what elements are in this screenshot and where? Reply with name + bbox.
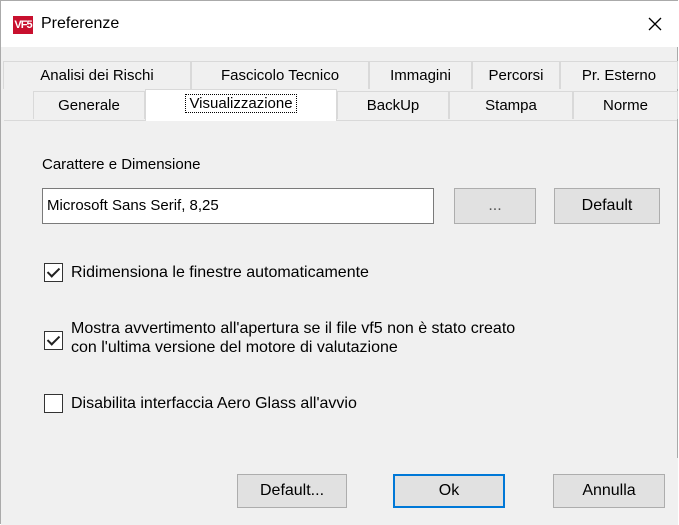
auto-resize-checkbox[interactable] <box>44 263 63 282</box>
version-warning-label-line1: Mostra avvertimento all'apertura se il f… <box>71 320 516 337</box>
default-button[interactable]: Default... <box>237 474 347 508</box>
disable-aero-checkbox[interactable] <box>44 394 63 413</box>
disable-aero-label: Disabilita interfaccia Aero Glass all'av… <box>71 395 357 412</box>
tab-pr-esterno[interactable]: Pr. Esterno <box>560 61 678 89</box>
version-warning-checkbox[interactable] <box>44 331 63 350</box>
window-title: Preferenze <box>41 15 120 32</box>
tab-analisi-rischi[interactable]: Analisi dei Rischi <box>3 61 191 89</box>
tab-stampa[interactable]: Stampa <box>449 91 573 119</box>
dialog-footer: Default... Ok Annulla <box>1 458 678 525</box>
tab-immagini[interactable]: Immagini <box>369 61 472 89</box>
tab-norme[interactable]: Norme <box>573 91 678 119</box>
font-field[interactable]: Microsoft Sans Serif, 8,25 <box>42 188 434 224</box>
tab-row-1: Analisi dei Rischi Fascicolo Tecnico Imm… <box>1 61 678 89</box>
preferences-dialog: VF5 Preferenze Analisi dei Rischi Fascic… <box>0 0 678 525</box>
tab-visualizzazione[interactable]: Visualizzazione <box>145 89 337 121</box>
tab-generale[interactable]: Generale <box>33 91 145 119</box>
font-browse-button[interactable]: ... <box>454 188 536 224</box>
ok-button[interactable]: Ok <box>393 474 505 508</box>
app-logo-icon: VF5 <box>13 16 33 34</box>
version-warning-label-line2: con l'ultima versione del motore di valu… <box>71 339 398 356</box>
close-icon <box>648 17 662 31</box>
font-section-label: Carattere e Dimensione <box>42 156 201 173</box>
tab-row-2: Generale Visualizzazione BackUp Stampa N… <box>1 89 678 121</box>
tab-backup[interactable]: BackUp <box>337 91 449 119</box>
auto-resize-label: Ridimensiona le finestre automaticamente <box>71 264 369 281</box>
cancel-button[interactable]: Annulla <box>553 474 665 508</box>
tab-percorsi[interactable]: Percorsi <box>472 61 560 89</box>
title-bar: VF5 Preferenze <box>1 1 678 47</box>
close-button[interactable] <box>632 1 678 47</box>
font-default-button[interactable]: Default <box>554 188 660 224</box>
tab-fascicolo-tecnico[interactable]: Fascicolo Tecnico <box>191 61 369 89</box>
